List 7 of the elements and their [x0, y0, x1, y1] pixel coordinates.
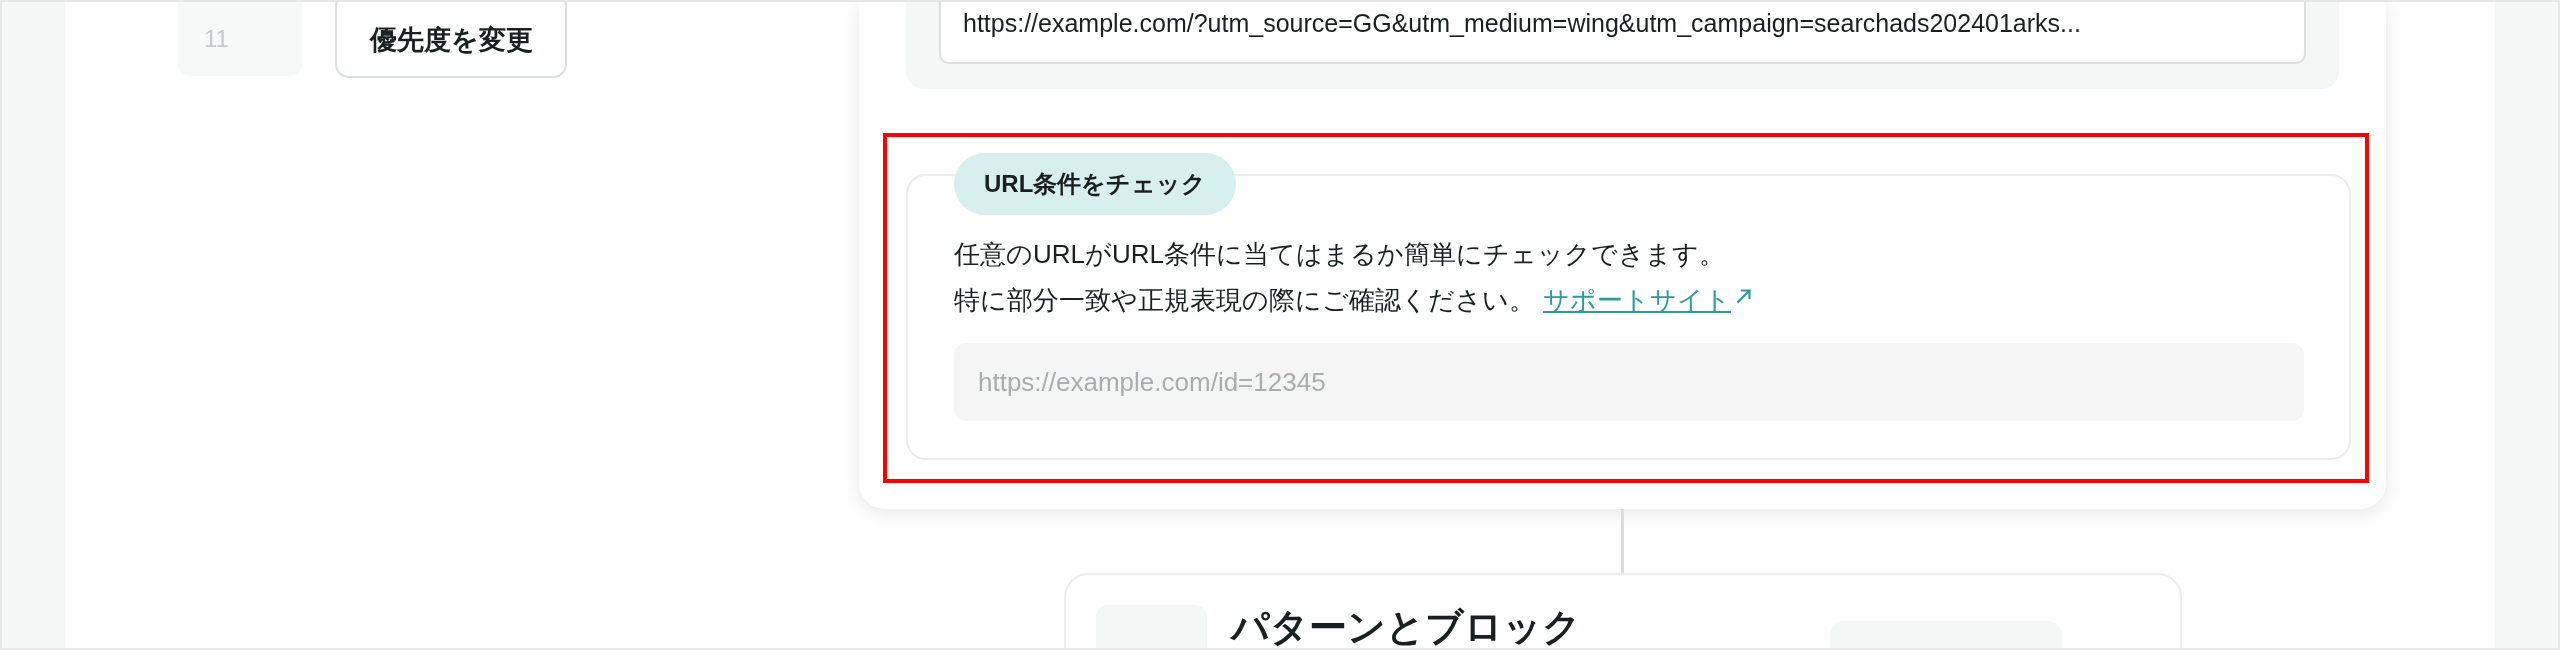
connector-line [1621, 509, 1624, 573]
description-text: 任意のURLがURL条件に当てはまるか簡単にチェックできます。 特に部分一致や正規表現の際にご確認ください。 サポートサイト [954, 231, 2304, 323]
url-field[interactable]: https://example.com/?utm_source=GG&utm_medium=wing&utm_campaign=searchads202401arks... [939, 2, 2306, 64]
section-badge: URL条件をチェック [954, 153, 1237, 215]
url-input[interactable]: https://example.com/id=12345 [954, 343, 2304, 421]
change-priority-button[interactable]: 優先度を変更 [335, 2, 567, 78]
step-title: パターンとブロック [1230, 605, 1582, 648]
